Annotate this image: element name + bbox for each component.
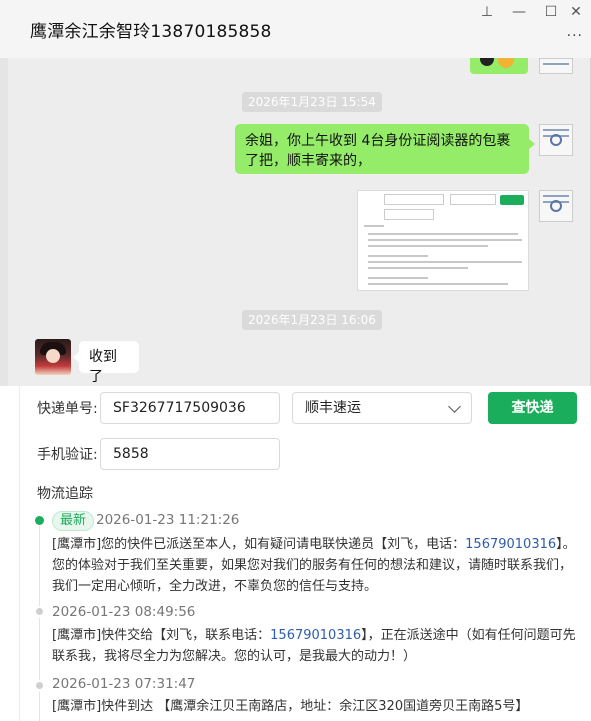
- event-text: [鹰潭市]快件到达 【鹰潭余江贝王南路店，地址：余江区320国道旁贝王南路5号】: [52, 699, 529, 714]
- courier-phone-link[interactable]: 15679010316: [270, 628, 361, 643]
- chevron-down-icon: [448, 400, 461, 413]
- my-avatar[interactable]: [539, 124, 573, 156]
- carrier-select[interactable]: 顺丰速运: [292, 392, 472, 424]
- incoming-message[interactable]: 收到了: [73, 341, 139, 385]
- penguin-emoji-icon: [480, 58, 494, 66]
- minimize-icon[interactable]: —: [509, 2, 529, 22]
- timeline-dot: [36, 608, 43, 615]
- timeline-line: [39, 618, 40, 680]
- thumb-button: [500, 195, 524, 205]
- event-time: 2026-01-23 08:49:56: [52, 604, 196, 620]
- query-button[interactable]: 查快递: [488, 392, 577, 424]
- smile-emoji-icon: [498, 58, 514, 68]
- event-time: 2026-01-23 11:21:26: [96, 512, 240, 528]
- timeline-line: [39, 526, 40, 606]
- emoji-bubble[interactable]: [470, 58, 528, 74]
- title-bar: 鹰潭余江余智玲13870185858 ⊥ — ☐ ✕ ···: [0, 0, 591, 58]
- more-icon[interactable]: ···: [567, 28, 583, 44]
- timeline-dot-latest: [35, 516, 44, 525]
- timeline-dot: [36, 682, 43, 689]
- event-text: [鹰潭市]您的快件已派送至本人，如有疑问请电联快递员【刘飞，电话：1567901…: [52, 537, 576, 594]
- outgoing-message[interactable]: 余姐，你上午收到 4台身份证阅读器的包裹了把，顺丰寄来的，: [235, 124, 535, 174]
- timeline-line: [39, 692, 40, 721]
- thumb-input: [384, 209, 434, 220]
- screen: { "window": { "title": "鹰潭余江余智玲138701858…: [0, 0, 591, 721]
- chat-title: 鹰潭余江余智玲13870185858: [30, 22, 272, 42]
- event-time: 2026-01-23 07:31:47: [52, 676, 196, 692]
- close-icon[interactable]: ✕: [566, 2, 586, 22]
- my-avatar[interactable]: [539, 58, 573, 74]
- thumb-select: [450, 194, 496, 205]
- screenshot-image[interactable]: [357, 190, 529, 291]
- pin-icon[interactable]: ⊥: [477, 2, 497, 22]
- panel-gutter: [0, 386, 20, 721]
- courier-phone-link[interactable]: 15679010316: [465, 537, 556, 552]
- left-strip: [0, 58, 8, 386]
- carrier-value: 顺丰速运: [305, 400, 361, 416]
- chat-window: 鹰潭余江余智玲13870185858 ⊥ — ☐ ✕ ··· 2026年1月23…: [0, 0, 591, 386]
- event-text: [鹰潭市]快件交给【刘飞，联系电话：15679010316】，正在派送途中（如有…: [52, 628, 576, 664]
- section-title: 物流追踪: [37, 486, 93, 502]
- tracking-number-input[interactable]: [100, 392, 280, 424]
- latest-badge: 最新: [52, 511, 95, 531]
- my-avatar[interactable]: [539, 190, 573, 222]
- timestamp: 2026年1月23日 15:54: [242, 92, 382, 112]
- contact-avatar[interactable]: [35, 339, 71, 375]
- timestamp: 2026年1月23日 16:06: [242, 310, 382, 330]
- phone-verify-label: 手机验证:: [37, 447, 98, 463]
- maximize-icon[interactable]: ☐: [541, 2, 561, 22]
- phone-verify-input[interactable]: [100, 438, 280, 470]
- tracking-number-label: 快递单号:: [37, 401, 98, 417]
- tracking-panel: 快递单号: 顺丰速运 查快递 手机验证: 物流追踪 最新 2026-01-23 …: [0, 386, 591, 721]
- thumb-input: [384, 194, 444, 205]
